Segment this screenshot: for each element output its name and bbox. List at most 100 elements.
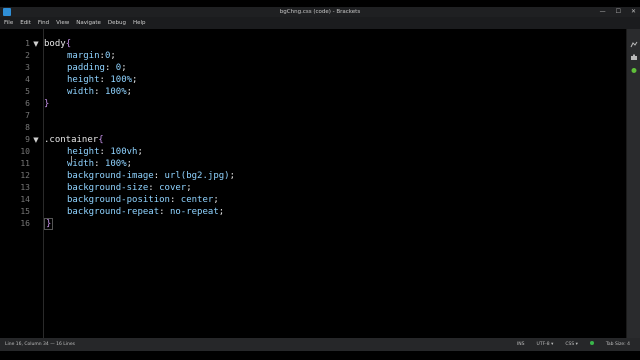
menu-view[interactable]: View [56,17,69,29]
cursor-position[interactable]: Line 16, Column 34 — 16 Lines [5,338,75,351]
colon: : [169,195,181,205]
css-property: margin [67,51,100,61]
encoding-select[interactable]: UTF-8 ▾ [537,338,554,351]
insert-mode-toggle[interactable]: INS [517,338,525,351]
semicolon: ; [126,87,133,97]
menu-file[interactable]: File [4,17,13,29]
css-selector: body [44,39,66,49]
live-preview-icon[interactable] [630,41,638,48]
code-line-16: } [44,218,54,230]
line-number: 13 [20,183,30,192]
code-line-9: .container{ [44,134,104,146]
code-line-4: height: 100%; [67,74,137,86]
colon: : [104,63,116,73]
colon: : [148,183,160,193]
semicolon: ; [126,159,133,169]
close-brace: } [44,99,50,109]
colon: : [99,75,111,85]
menu-debug[interactable]: Debug [108,17,126,29]
status-bar: Line 16, Column 34 — 16 Lines INS UTF-8 … [0,338,640,351]
code-line-15: background-repeat: no-repeat; [67,206,224,218]
menu-find[interactable]: Find [38,17,49,29]
linter-status-icon[interactable] [589,338,594,351]
semicolon: ; [229,171,235,181]
colon: : [99,147,111,157]
line-number: 14 [20,195,30,204]
css-value: 100% [110,75,133,85]
language-select[interactable]: CSS ▾ [565,338,578,351]
css-selector: .container [44,135,99,145]
css-value: 100% [104,159,127,169]
tab-size-select[interactable]: Tab Size: 4 [606,338,630,351]
window-controls: — ☐ ✕ [600,7,636,17]
debug-icon[interactable] [630,67,638,74]
line-number: 16 [20,219,30,228]
line-number: 7 [25,111,30,120]
semicolon: ; [137,147,143,157]
css-value: 100vh [110,147,138,157]
close-brace-matched: } [44,218,54,230]
minimize-button[interactable]: — [600,7,606,17]
semicolon: ; [186,183,192,193]
line-number: 3 [25,63,30,72]
css-property: background-size [67,183,149,193]
code-line-10: height: 100vh; [67,146,143,158]
mouse-cursor-icon [71,156,72,162]
code-line-14: background-position: center; [67,194,219,206]
close-button[interactable]: ✕ [631,7,636,17]
code-line-13: background-size: cover; [67,182,192,194]
code-line-3: padding: 0; [67,62,127,74]
css-property: width [67,87,95,97]
window-title: bgChng.css (code) - Brackets [279,9,361,15]
menu-bar: File Edit Find View Navigate Debug Help [0,17,640,29]
line-number: 2 [25,51,30,60]
line-number: 15 [20,207,30,216]
colon: : [159,207,170,217]
open-brace: { [98,135,104,145]
semicolon: ; [218,207,225,217]
css-value: no-repeat [169,207,219,217]
code-line-5: width: 100%; [67,86,132,98]
fold-toggle-icon[interactable]: ▼ [32,38,40,50]
menu-navigate[interactable]: Navigate [76,17,101,29]
css-value: url(bg2.jpg) [164,171,230,181]
code-line-6: } [44,98,49,110]
semicolon: ; [121,63,127,73]
colon: : [94,159,105,169]
semicolon: ; [110,51,116,61]
css-value: center [180,195,214,205]
maximize-button[interactable]: ☐ [616,7,621,17]
status-right-group: INS UTF-8 ▾ CSS ▾ Tab Size: 4 [517,338,630,351]
menu-edit[interactable]: Edit [20,17,31,29]
code-line-11: width: 100%; [67,158,132,170]
code-line-2: margin:0; [67,50,116,62]
line-number: 5 [25,87,30,96]
css-property: background-position [67,195,170,205]
colon: : [94,87,105,97]
line-number: 11 [20,159,30,168]
line-number: 4 [25,75,30,84]
open-brace: { [65,39,72,49]
line-number: 12 [20,171,30,180]
css-value: cover [159,183,187,193]
window-titlebar: bgChng.css (code) - Brackets — ☐ ✕ [0,7,640,17]
line-number: 10 [20,147,30,156]
right-toolbar [626,29,640,338]
semicolon: ; [213,195,219,205]
code-editor[interactable]: 1 2 3 4 5 6 7 8 9 10 11 12 13 14 15 16 ▼… [0,29,626,338]
line-number: 1 [25,39,30,48]
letterbox-bottom [0,351,640,360]
colon: : [153,171,165,181]
code-line-12: background-image: url(bg2.jpg); [67,170,235,182]
gutter-divider [43,29,44,338]
code-line-1: body{ [44,38,71,50]
css-property: padding [67,63,105,73]
line-number: 9 [25,135,30,144]
fold-toggle-icon[interactable]: ▼ [32,134,40,146]
css-property: height [67,75,100,85]
menu-help[interactable]: Help [133,17,146,29]
extension-manager-icon[interactable] [630,54,638,61]
css-value: 100% [104,87,127,97]
line-number-gutter: 1 2 3 4 5 6 7 8 9 10 11 12 13 14 15 16 ▼… [0,29,42,338]
css-property: background-repeat [67,207,160,217]
